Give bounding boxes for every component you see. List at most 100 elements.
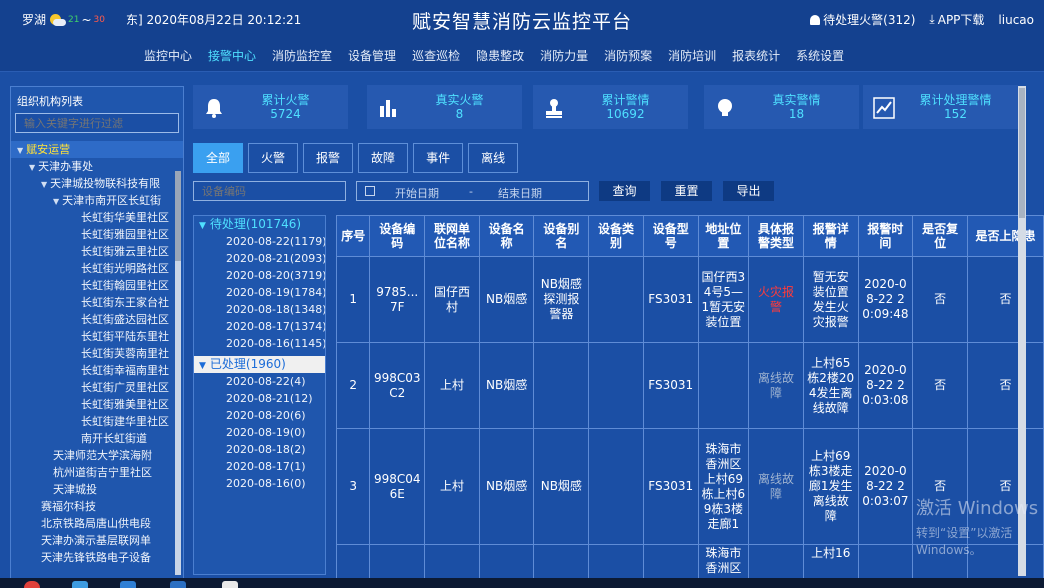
status-date-item[interactable]: 2020-08-16(1145)	[194, 335, 325, 352]
tree-node-label: 天津城投	[53, 483, 97, 496]
tree-node[interactable]: 长虹街东王家台社	[11, 294, 183, 311]
export-button[interactable]: 导出	[723, 181, 774, 201]
caret-down-icon[interactable]: ▼	[41, 180, 47, 189]
stat-card[interactable]: 累计警情 10692	[533, 85, 688, 129]
caret-down-icon[interactable]: ▼	[29, 163, 35, 172]
nav-tab[interactable]: 消防力量	[532, 47, 596, 64]
filter-tab[interactable]: 故障	[358, 143, 409, 173]
status-date-item[interactable]: 2020-08-22(1179)	[194, 233, 325, 250]
filter-tab[interactable]: 报警	[303, 143, 354, 173]
sidebar-scroll-thumb[interactable]	[175, 171, 181, 261]
stat-card[interactable]: 累计火警 5724	[193, 85, 348, 129]
status-date-item[interactable]: 2020-08-19(0)	[194, 424, 325, 441]
status-date-item[interactable]: 2020-08-19(1784)	[194, 284, 325, 301]
table-row[interactable]: 2 998C03C2 上村 NB烟感 FS3031 离线故障 上村65栋2楼204发生离线故…	[336, 342, 1044, 429]
tree-node[interactable]: 长虹街雅云里社区	[11, 243, 183, 260]
caret-down-icon[interactable]: ▼	[17, 146, 23, 155]
caret-down-icon[interactable]: ▼	[199, 361, 206, 371]
stat-card[interactable]: 真实警情 18	[704, 85, 859, 129]
tree-node[interactable]: 长虹街光明路社区	[11, 260, 183, 277]
status-date-item[interactable]: 2020-08-20(3719)	[194, 267, 325, 284]
status-date-item[interactable]: 2020-08-21(2093)	[194, 250, 325, 267]
table-cell: NB烟感	[478, 342, 535, 429]
tree-node[interactable]: ▼ 天津城投物联科技有限	[11, 175, 183, 192]
tree-node[interactable]: 南开长虹街道	[11, 430, 183, 447]
status-date-item[interactable]: 2020-08-20(6)	[194, 407, 325, 424]
query-button[interactable]: 查询	[599, 181, 650, 201]
tree-node[interactable]: 长虹街平陆东里社	[11, 328, 183, 345]
nav-tab[interactable]: 巡查巡检	[404, 47, 468, 64]
browser-taskbar-icon[interactable]	[24, 581, 40, 588]
filter-tab[interactable]: 火警	[248, 143, 299, 173]
status-date-item[interactable]: 2020-08-17(1374)	[194, 318, 325, 335]
nav-tab[interactable]: 系统设置	[788, 47, 852, 64]
caret-down-icon[interactable]: ▼	[199, 221, 206, 231]
tree-node[interactable]: 天津先锋铁路电子设备	[11, 549, 183, 566]
nav-tab[interactable]: 消防预案	[596, 47, 660, 64]
app-taskbar-icon[interactable]	[120, 581, 136, 588]
nav-tab[interactable]: 接警中心	[200, 47, 264, 64]
table-row[interactable]: 珠海市香洲区 上村16	[336, 544, 1044, 580]
filter-tab[interactable]: 全部	[193, 143, 244, 173]
tree-node[interactable]: 长虹街芙蓉南里社	[11, 345, 183, 362]
date-range-picker[interactable]: 开始日期 - 结束日期	[356, 181, 589, 201]
tree-node[interactable]: 长虹街雅美里社区	[11, 396, 183, 413]
caret-down-icon[interactable]: ▼	[53, 197, 59, 206]
filter-tab[interactable]: 离线	[468, 143, 519, 173]
app-taskbar-icon[interactable]	[222, 581, 238, 588]
tree-node[interactable]: 长虹街雅园里社区	[11, 226, 183, 243]
reset-button[interactable]: 重置	[661, 181, 712, 201]
status-date-item[interactable]: 2020-08-22(4)	[194, 373, 325, 390]
tree-node-label: 长虹街华美里社区	[81, 211, 169, 224]
filter-tab[interactable]: 事件	[413, 143, 464, 173]
nav-tab[interactable]: 设备管理	[340, 47, 404, 64]
nav-tab[interactable]: 消防培训	[660, 47, 724, 64]
status-date-item[interactable]: 2020-08-16(0)	[194, 475, 325, 492]
status-date-item[interactable]: 2020-08-18(2)	[194, 441, 325, 458]
tree-node[interactable]: 长虹街华美里社区	[11, 209, 183, 226]
tree-node[interactable]: 长虹街建华里社区	[11, 413, 183, 430]
sidebar-scrollbar[interactable]	[175, 171, 181, 575]
user-menu[interactable]: liucao	[998, 13, 1034, 27]
nav-tab[interactable]: 报表统计	[724, 47, 788, 64]
app-taskbar-icon[interactable]	[72, 581, 88, 588]
end-date-field[interactable]: 结束日期	[498, 185, 542, 201]
tree-node[interactable]: ▼ 赋安运营	[11, 141, 183, 158]
tree-node[interactable]: 赛福尔科技	[11, 498, 183, 515]
tree-node[interactable]: 杭州道街吉宁里社区	[11, 464, 183, 481]
status-date-item[interactable]: 2020-08-17(1)	[194, 458, 325, 475]
table-cell	[588, 428, 644, 545]
tree-node[interactable]: 长虹街广灵里社区	[11, 379, 183, 396]
tree-node[interactable]: 北京铁路局唐山供电段	[11, 515, 183, 532]
page-scroll-thumb[interactable]	[1019, 88, 1025, 218]
table-row[interactable]: 1 9785...7F 国仔西村 NB烟感 NB烟感探测报警器 FS3031 国仔西34号5…	[336, 256, 1044, 343]
tree-node[interactable]: 天津师范大学滨海附	[11, 447, 183, 464]
stat-card[interactable]: 累计处理警情 152	[863, 85, 1018, 129]
tree-node[interactable]: 长虹街翰园里社区	[11, 277, 183, 294]
tree-node[interactable]: ▼ 天津市南开区长虹街	[11, 192, 183, 209]
tree-node[interactable]: 长虹街幸福南里社	[11, 362, 183, 379]
org-filter-input[interactable]	[15, 113, 179, 133]
status-group[interactable]: ▼ 已处理(1960)	[194, 356, 325, 373]
table-row[interactable]: 3 998C046E 上村 NB烟感 NB烟感 FS3031 珠海市香洲区上村69栋上村69…	[336, 428, 1044, 545]
tree-node[interactable]: 天津办演示基层联网单	[11, 532, 183, 549]
device-code-input[interactable]	[193, 181, 346, 201]
app-download-link[interactable]: ⤓ APP下载	[929, 11, 984, 28]
table-cell: 上村	[424, 428, 480, 545]
page-scrollbar[interactable]	[1018, 86, 1026, 576]
tree-node[interactable]: 天津城投	[11, 481, 183, 498]
nav-tab[interactable]: 消防监控室	[264, 47, 340, 64]
stat-card[interactable]: 真实火警 8	[367, 85, 522, 129]
nav-tab[interactable]: 监控中心	[136, 47, 200, 64]
pending-alarm-link[interactable]: 待处理火警(312)	[810, 11, 915, 28]
app-taskbar-icon[interactable]	[170, 581, 186, 588]
os-taskbar	[0, 578, 1044, 588]
start-date-field[interactable]: 开始日期	[395, 185, 439, 201]
table-cell: FS3031	[642, 428, 699, 545]
status-date-item[interactable]: 2020-08-18(1348)	[194, 301, 325, 318]
status-date-item[interactable]: 2020-08-21(12)	[194, 390, 325, 407]
tree-node[interactable]: ▼ 天津办事处	[11, 158, 183, 175]
tree-node[interactable]: 长虹街盛达园社区	[11, 311, 183, 328]
status-group[interactable]: ▼ 待处理(101746)	[194, 216, 325, 233]
nav-tab[interactable]: 隐患整改	[468, 47, 532, 64]
